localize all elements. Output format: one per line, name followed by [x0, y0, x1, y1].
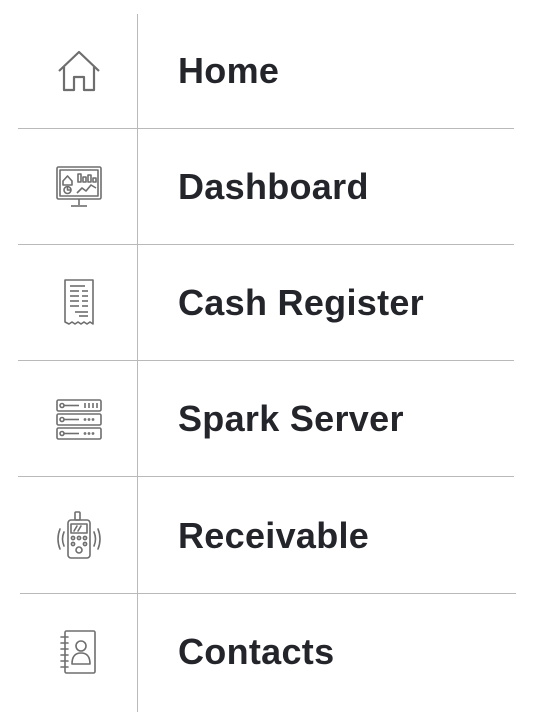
nav-item-contacts-label: Contacts [178, 631, 335, 672]
nav-item-spark-server[interactable]: Spark Server [18, 361, 514, 477]
nav-item-cash-register[interactable]: Cash Register [18, 245, 514, 361]
home-icon [51, 43, 107, 99]
nav-item-cash-register-label: Cash Register [178, 282, 424, 323]
nav-item-dashboard-label: Dashboard [178, 166, 369, 207]
server-rack-icon [51, 391, 107, 447]
nav-item-home[interactable]: Home [18, 13, 514, 129]
divider [18, 476, 514, 477]
nav-item-receivable-label: Receivable [178, 515, 370, 556]
payment-terminal-icon [51, 508, 107, 564]
side-navigation-menu: Home Dashboard Cash Register Spark Serve… [0, 0, 534, 726]
nav-item-contacts[interactable]: Contacts [18, 594, 514, 710]
address-book-icon [51, 624, 107, 680]
nav-item-receivable[interactable]: Receivable [18, 478, 516, 594]
nav-item-spark-server-label: Spark Server [178, 398, 404, 439]
nav-item-home-label: Home [178, 50, 280, 91]
nav-item-dashboard[interactable]: Dashboard [18, 129, 514, 245]
dashboard-monitor-icon [51, 159, 107, 215]
receipt-icon [51, 275, 107, 331]
